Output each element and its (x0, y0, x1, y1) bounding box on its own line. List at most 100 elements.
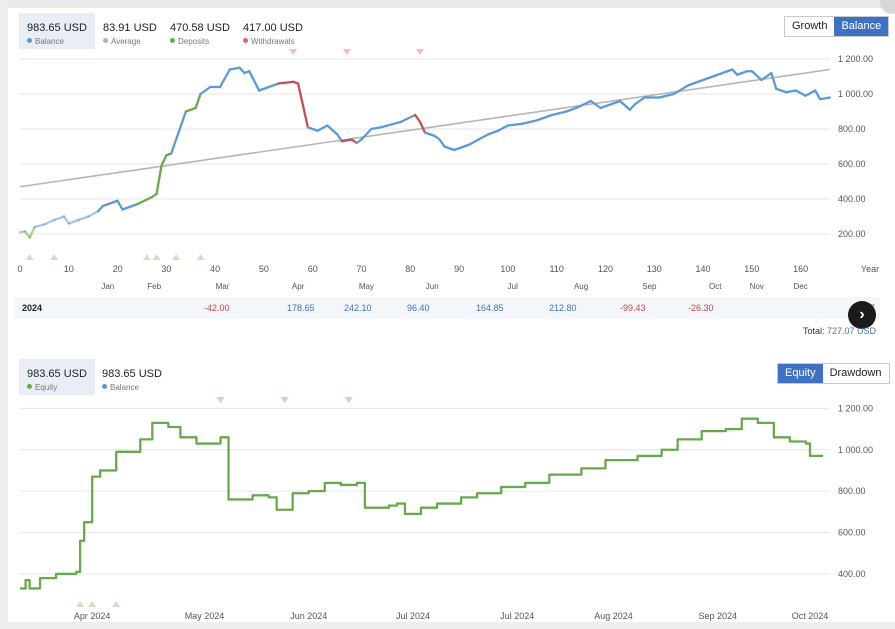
year-label: 2024 (22, 303, 43, 313)
y-tick-label: 1 000.00 (838, 445, 873, 455)
deposit-marker-icon (142, 254, 151, 260)
window-bottom-edge (0, 622, 895, 629)
balance-line-segment (87, 210, 100, 218)
balance-line-segment (414, 113, 422, 124)
balance-line-segment (199, 85, 212, 96)
balance-line-segment (326, 124, 339, 136)
stat-balance-2[interactable]: 983.65 USD Balance (94, 359, 170, 395)
balance-line-segment (536, 113, 553, 122)
x-tick-label: Oct 2024 (792, 611, 829, 621)
y-tick-label: 400.00 (838, 194, 866, 204)
balance-line-segment (194, 92, 202, 110)
month-label: Sep (642, 282, 657, 291)
balance-line-segment (228, 66, 241, 71)
balance-line-segment (818, 96, 832, 101)
balance-line-segment (736, 70, 749, 76)
x-tick-label: 40 (210, 264, 220, 274)
deposit-marker-icon (25, 254, 34, 260)
balance-line-segment (814, 89, 822, 101)
withdrawal-marker-icon (280, 397, 289, 403)
balance-line-segment (443, 145, 456, 152)
month-result-oct: -26.30 (688, 303, 714, 313)
balance-line-segment (716, 68, 734, 76)
balance-line-segment (248, 70, 261, 92)
y-tick-label: 200.00 (838, 229, 866, 239)
x-tick-label: 30 (161, 264, 171, 274)
x-tick-label: 20 (113, 264, 123, 274)
deposit-marker-icon (88, 601, 97, 607)
balance-line-segment (116, 199, 124, 211)
month-label: Mar (216, 282, 230, 291)
x-tick-label: 140 (696, 264, 711, 274)
balance-2-dot-icon (102, 384, 107, 390)
balance-line-segment (360, 127, 373, 141)
deposit-marker-icon (172, 254, 181, 260)
x-tick-label: Jul 2024 (500, 611, 534, 621)
x-tick-label: Sep 2024 (698, 611, 737, 621)
stat-equity[interactable]: 983.65 USD Equity (19, 359, 95, 395)
balance-line-segment (184, 106, 197, 113)
balance-line-segment (794, 89, 807, 97)
drawdown-button[interactable]: Drawdown (822, 364, 889, 383)
month-label: Apr (292, 282, 305, 291)
balance-line-segment (775, 87, 788, 94)
x-tick-label: 150 (744, 264, 759, 274)
x-tick-label: May 2024 (185, 611, 225, 621)
balance-line-segment (135, 196, 153, 206)
deposit-marker-icon (196, 254, 205, 260)
balance-line-segment (701, 73, 719, 82)
month-result-may: 242.10 (344, 303, 372, 313)
balance-line-segment (174, 110, 188, 141)
equity-line (20, 417, 824, 590)
balance-line-segment (399, 113, 417, 124)
x-tick-label: Aug 2024 (594, 611, 633, 621)
x-tick-label: 120 (598, 264, 613, 274)
x-tick-label: 130 (647, 264, 662, 274)
x-tick-label: 50 (259, 264, 269, 274)
withdrawal-marker-icon (416, 49, 425, 55)
balance-line-segment (296, 82, 309, 129)
balance-line-segment (804, 89, 817, 97)
balance-line-segment (53, 215, 66, 222)
y-tick-label: 1 000.00 (838, 89, 873, 99)
month-result-sep: -99.43 (620, 303, 646, 313)
month-result-aug: 212.80 (549, 303, 577, 313)
total-value: 727.07 USD (826, 326, 876, 336)
equity-drawdown-toggle: Equity Drawdown (777, 363, 890, 384)
balance-line-segment (28, 225, 36, 239)
total-line: Total: 727.07 USD (803, 326, 876, 336)
balance-line-segment (379, 120, 402, 129)
balance-line-segment (257, 85, 270, 92)
balance-line-segment (496, 124, 510, 132)
withdrawal-marker-icon (216, 397, 225, 403)
balance-line-segment (101, 201, 114, 208)
x-tick-label: 160 (793, 264, 808, 274)
balance-line-segment (770, 71, 778, 90)
x-tick-label: Jul 2024 (396, 611, 430, 621)
deposit-marker-icon (152, 254, 161, 260)
balance-line-segment (565, 106, 578, 113)
balance-line-segment (423, 131, 436, 138)
month-label: Jun (426, 282, 439, 291)
balance-line-segment (550, 110, 568, 117)
x-tick-label: 0 (17, 264, 22, 274)
x-tick-label: Jun 2024 (290, 611, 327, 621)
month-label: Dec (793, 282, 807, 291)
balance-line-segment (521, 119, 539, 125)
y-tick-label: 600.00 (838, 528, 866, 538)
balance-line-segment (267, 82, 280, 89)
balance-line-segment (477, 133, 490, 141)
balance-line-segment (67, 218, 80, 225)
next-arrow-icon[interactable]: › (848, 301, 876, 329)
balance-line-segment (506, 122, 524, 127)
y-tick-label: 1 200.00 (838, 54, 873, 64)
deposit-marker-icon (112, 601, 121, 607)
balance-line-segment (62, 215, 70, 225)
x-tick-label: 90 (454, 264, 464, 274)
balance-line-segment (750, 70, 763, 82)
equity-button[interactable]: Equity (778, 364, 823, 383)
balance-line-segment (170, 138, 178, 155)
y-tick-label: 600.00 (838, 159, 866, 169)
x-tick-label: 60 (308, 264, 318, 274)
balance-line-segment (418, 120, 427, 134)
